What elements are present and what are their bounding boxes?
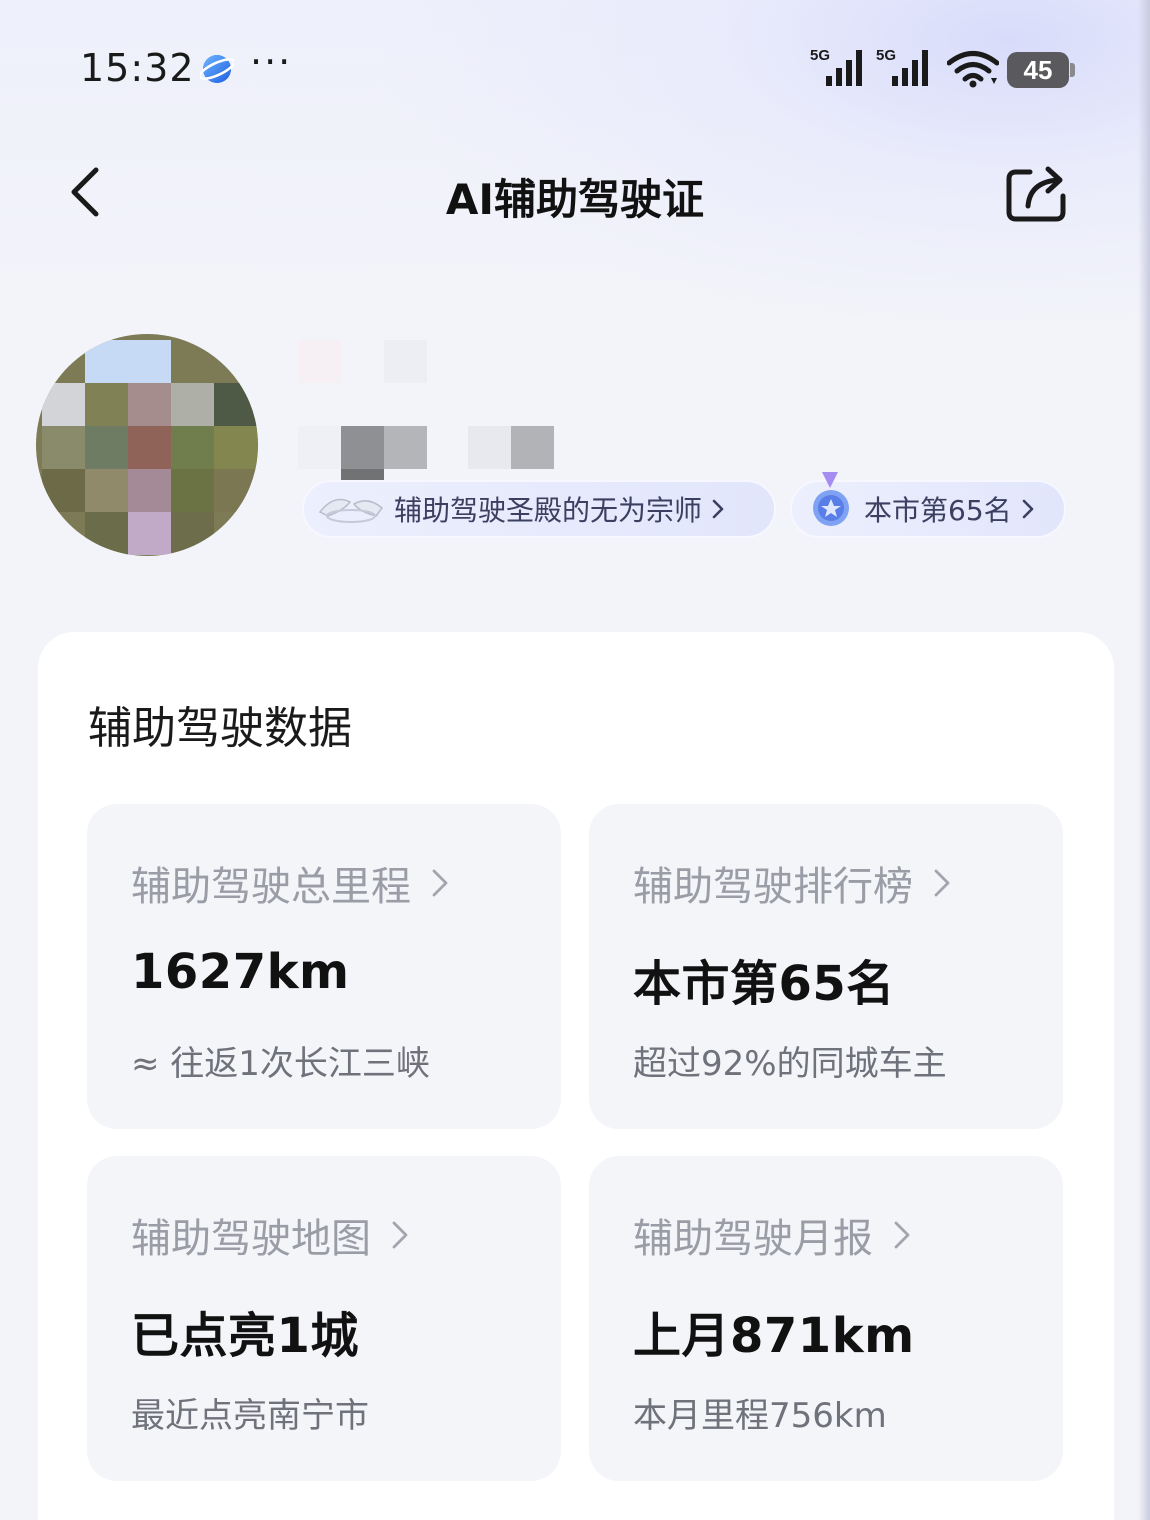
tile-value: 1627km (131, 944, 350, 1000)
chevron-right-icon (392, 1221, 408, 1249)
tile-subtext: 超过92%的同城车主 (633, 1044, 947, 1084)
leaderboard-tile[interactable]: 辅助驾驶排行榜 本市第65名 超过92%的同城车主 (589, 804, 1063, 1129)
chevron-right-icon (712, 499, 724, 519)
avatar[interactable] (36, 334, 258, 556)
badge-title-text: 辅助驾驶圣殿的无为宗师 (394, 494, 703, 527)
tile-value: 本市第65名 (633, 956, 895, 1012)
medal-icon (813, 472, 849, 526)
tile-label: 辅助驾驶排行榜 (633, 854, 953, 912)
page-title: AI辅助驾驶证 (445, 175, 705, 224)
tile-value: 上月871km (633, 1308, 915, 1364)
battery-level: 45 (1023, 55, 1053, 85)
network-label: 5G (810, 47, 830, 64)
chevron-right-icon (1022, 499, 1033, 519)
chevron-right-icon (432, 869, 448, 897)
rank-badge[interactable]: 本市第65名 (790, 472, 1066, 538)
map-tile[interactable]: 辅助驾驶地图 已点亮1城 最近点亮南宁市 (87, 1156, 561, 1481)
wifi-icon (947, 51, 999, 88)
signal-icon: 5G (810, 47, 862, 86)
wings-icon (318, 498, 384, 523)
status-time: 15:32 (80, 46, 195, 90)
tile-value: 已点亮1城 (131, 1308, 359, 1364)
tile-label: 辅助驾驶总里程 (131, 854, 451, 912)
chevron-right-icon (894, 1221, 910, 1249)
monthly-report-tile[interactable]: 辅助驾驶月报 上月871km 本月里程756km (589, 1156, 1063, 1481)
tile-subtext: 本月里程756km (633, 1396, 887, 1436)
tile-subtext: 最近点亮南宁市 (131, 1396, 369, 1436)
screen-edge (1138, 0, 1150, 1520)
driving-data-card: 辅助驾驶数据 辅助驾驶总里程 1627km ≈ 往返1次长江三峡 辅助驾驶排行榜… (38, 632, 1114, 1520)
chevron-right-icon (934, 869, 950, 897)
app-notification-icon (200, 55, 234, 83)
section-title: 辅助驾驶数据 (88, 703, 352, 754)
signal-icon: 5G (876, 47, 928, 86)
tile-label: 辅助驾驶地图 (131, 1206, 411, 1264)
status-bar: 15:32 ··· 5G 5G 45 (0, 0, 1150, 140)
share-button[interactable] (1000, 160, 1070, 226)
tile-subtext: ≈ 往返1次长江三峡 (131, 1044, 430, 1084)
total-mileage-tile[interactable]: 辅助驾驶总里程 1627km ≈ 往返1次长江三峡 (87, 804, 561, 1129)
badge-rank-text: 本市第65名 (864, 494, 1012, 527)
title-badge[interactable]: 辅助驾驶圣殿的无为宗师 (302, 480, 776, 538)
more-dots-icon: ··· (250, 40, 293, 84)
tile-label: 辅助驾驶月报 (633, 1206, 913, 1264)
battery-icon: 45 (1007, 52, 1075, 88)
network-label: 5G (876, 47, 896, 64)
